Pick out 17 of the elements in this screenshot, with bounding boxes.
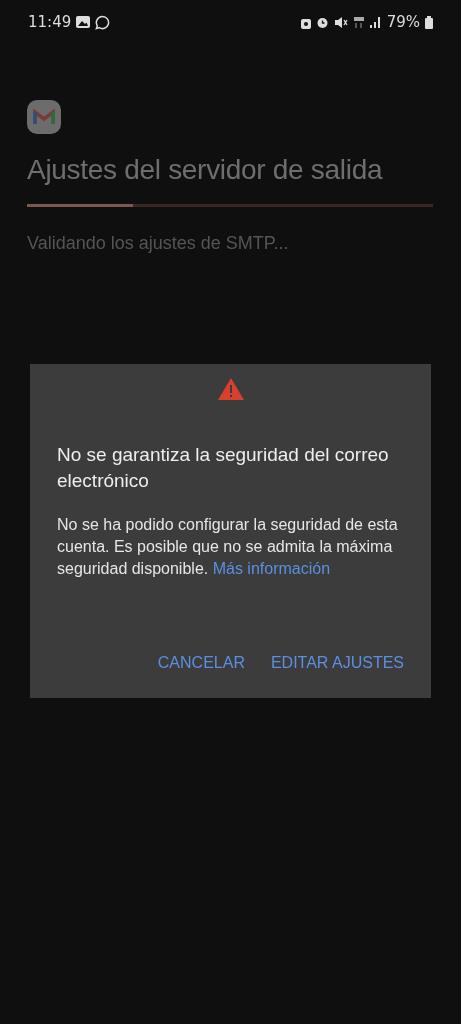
more-info-link[interactable]: Más información: [212, 560, 331, 577]
dialog-message: No se ha podido configurar la seguridad de esta cuenta. Es posible que no se admita la máxima seguridad disponible. Más información: [57, 515, 399, 579]
alarm-icon: [315, 15, 329, 29]
mail-app-icon: [27, 100, 61, 134]
edit-settings-button[interactable]: EDITAR AJUSTES: [270, 654, 404, 672]
dialog-title: No se garantiza la seguridad del correo electrónico: [57, 443, 390, 493]
warning-icon: [217, 378, 244, 400]
battery-percent: 79%: [386, 13, 420, 31]
mute-icon: [333, 15, 348, 29]
page-title: Ajustes del servidor de salida: [27, 154, 384, 186]
image-icon: [76, 16, 91, 28]
status-message: Validando los ajustes de SMTP...: [27, 233, 290, 254]
signal-icon: [369, 16, 382, 28]
chat-bubble-icon: [95, 14, 111, 30]
battery-icon: [425, 15, 433, 29]
cancel-button[interactable]: CANCELAR: [157, 654, 245, 672]
status-time: 11:49: [28, 13, 72, 31]
